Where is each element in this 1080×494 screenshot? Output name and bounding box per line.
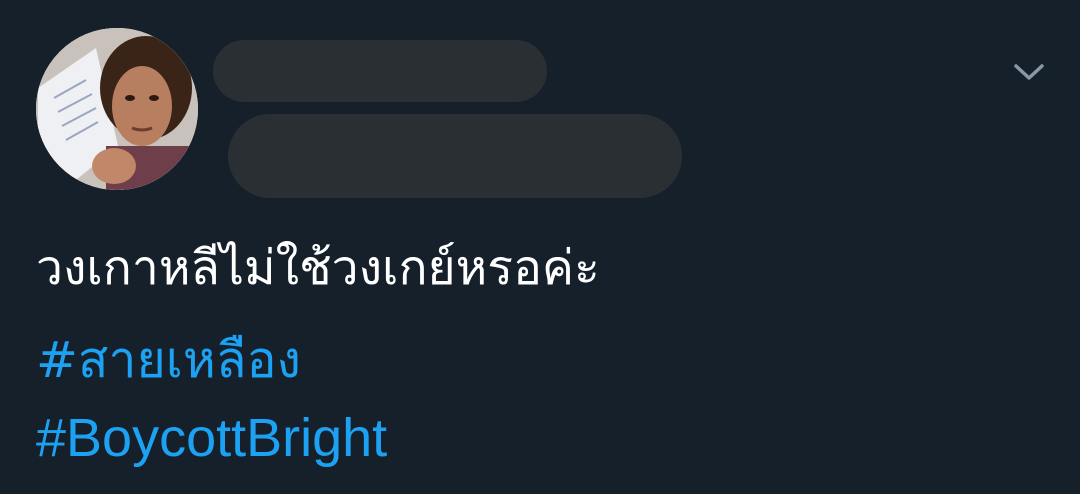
redacted-handle <box>228 114 682 198</box>
tweet-card: วงเกาหลีไม่ใช้วงเกย์หรอค่ะ #สายเหลือง #B… <box>0 0 1080 494</box>
hashtag-link[interactable]: #สายเหลือง <box>36 330 301 390</box>
redacted-username <box>213 40 547 102</box>
chevron-down-icon[interactable] <box>1010 56 1048 86</box>
hashtag-link[interactable]: #BoycottBright <box>36 408 387 468</box>
avatar[interactable] <box>36 28 198 190</box>
avatar-photo <box>36 28 198 190</box>
tweet-text: วงเกาหลีไม่ใช้วงเกย์หรอค่ะ <box>36 240 600 296</box>
